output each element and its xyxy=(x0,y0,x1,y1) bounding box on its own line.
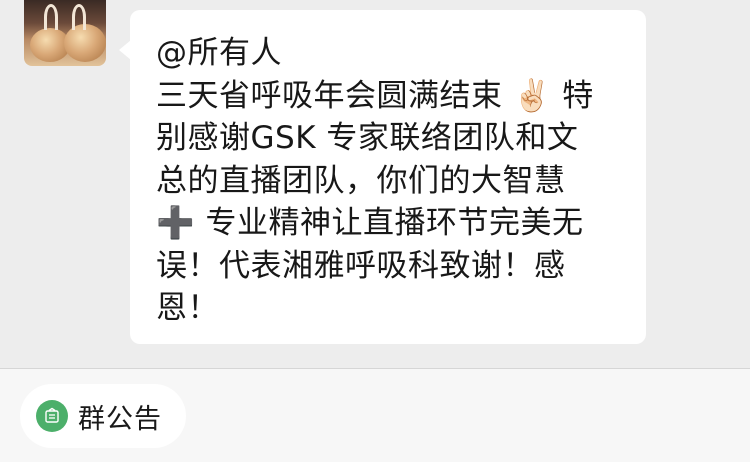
chat-area: · · · @所有人 三天省呼吸年会圆满结束 ✌🏻 特 别感谢GSK 专家联络团… xyxy=(0,0,750,368)
message-line: 总的直播团队，你们的大智慧 xyxy=(156,162,566,199)
message-line: 三天省呼吸年会圆满结束 ✌🏻 特 xyxy=(156,77,594,114)
group-announcement-button[interactable]: 群公告 xyxy=(20,384,186,448)
message-line: 别感谢GSK 专家联络团队和文 xyxy=(156,120,579,156)
message-line: ➕ 专业精神让直播环节完美无 xyxy=(156,205,584,241)
message-bubble[interactable]: @所有人 三天省呼吸年会圆满结束 ✌🏻 特 别感谢GSK 专家联络团队和文 总的… xyxy=(130,10,646,344)
message-line: 误！代表湘雅呼吸科致谢！感 xyxy=(156,247,566,284)
message-line: @所有人 xyxy=(156,35,282,71)
announcement-icon xyxy=(36,400,68,432)
avatar-swan-neck-right xyxy=(72,4,86,30)
avatar[interactable] xyxy=(24,0,106,66)
bottom-bar: 群公告 xyxy=(0,369,750,462)
group-announcement-label: 群公告 xyxy=(78,403,162,435)
avatar-swan-neck-left xyxy=(44,4,58,30)
message-line: 恩！ xyxy=(156,290,219,326)
